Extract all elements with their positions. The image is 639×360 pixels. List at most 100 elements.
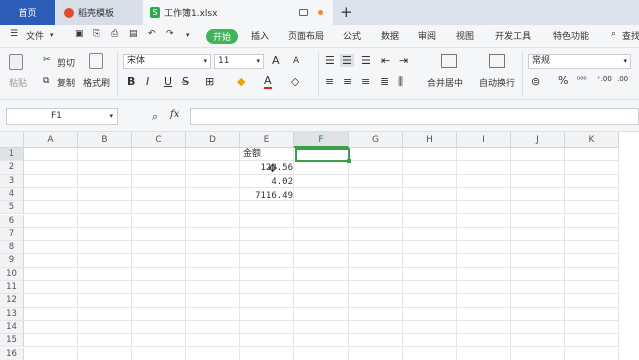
cell[interactable]: [511, 187, 565, 202]
tab-template[interactable]: 稻壳模板: [56, 0, 141, 25]
cell[interactable]: [457, 227, 511, 242]
cell[interactable]: [294, 201, 349, 215]
undo-icon[interactable]: ↶: [148, 29, 156, 39]
cell[interactable]: [78, 320, 132, 335]
cell[interactable]: [511, 320, 565, 335]
cell[interactable]: [78, 241, 132, 255]
hamburger-icon[interactable]: ☰: [10, 29, 18, 39]
cell[interactable]: [240, 334, 294, 348]
cell[interactable]: [349, 241, 403, 255]
cell[interactable]: [240, 254, 294, 268]
cell[interactable]: [565, 347, 619, 360]
cell[interactable]: [565, 281, 619, 295]
align-center-icon[interactable]: ≡: [343, 75, 352, 88]
cell[interactable]: [132, 227, 186, 242]
cell[interactable]: [565, 241, 619, 255]
cell[interactable]: [457, 201, 511, 215]
cell[interactable]: [186, 187, 240, 202]
row-header-4[interactable]: 4: [0, 187, 24, 202]
cell[interactable]: [349, 347, 403, 360]
cell[interactable]: [349, 174, 403, 188]
cell[interactable]: [294, 320, 349, 335]
cell[interactable]: [511, 201, 565, 215]
border-icon[interactable]: ⊞: [205, 75, 214, 88]
cell[interactable]: [457, 320, 511, 335]
cell[interactable]: [403, 281, 457, 295]
cell[interactable]: [511, 294, 565, 308]
cell[interactable]: [511, 334, 565, 348]
magnifier-icon[interactable]: ⌕: [152, 110, 158, 124]
cell[interactable]: [78, 294, 132, 308]
cell[interactable]: [24, 281, 78, 295]
cell[interactable]: [186, 161, 240, 175]
font-grow-icon[interactable]: A: [272, 54, 280, 67]
cell-E2[interactable]: 123.56: [241, 162, 293, 175]
row-header-12[interactable]: 12: [0, 294, 24, 308]
align-middle-icon[interactable]: ☰: [340, 54, 354, 67]
cell[interactable]: [24, 148, 78, 162]
cell[interactable]: [457, 281, 511, 295]
cell[interactable]: [403, 347, 457, 360]
save-icon[interactable]: ▣: [75, 29, 84, 39]
cell[interactable]: [457, 161, 511, 175]
cell[interactable]: [511, 227, 565, 242]
select-all-corner[interactable]: [0, 132, 24, 148]
cell[interactable]: [511, 254, 565, 268]
cell[interactable]: [565, 254, 619, 268]
cut-button[interactable]: 剪切: [57, 56, 75, 69]
merge-icon[interactable]: [441, 54, 457, 68]
menu-data[interactable]: 数据: [381, 29, 399, 42]
row-header-9[interactable]: 9: [0, 254, 24, 268]
cell[interactable]: [565, 294, 619, 308]
distribute-icon[interactable]: ⫼: [398, 75, 403, 89]
row-header-15[interactable]: 15: [0, 334, 24, 348]
cell[interactable]: [78, 227, 132, 242]
cell[interactable]: [186, 334, 240, 348]
cell[interactable]: [511, 148, 565, 162]
menu-file[interactable]: 文件: [26, 29, 44, 42]
cell[interactable]: [78, 201, 132, 215]
cell[interactable]: [186, 294, 240, 308]
tab-home[interactable]: 首页: [0, 0, 55, 25]
cell[interactable]: [240, 307, 294, 321]
underline-button[interactable]: U: [164, 75, 172, 88]
column-header-A[interactable]: A: [24, 132, 78, 148]
export-icon[interactable]: ⎘: [93, 29, 100, 39]
cell[interactable]: [186, 254, 240, 268]
cell[interactable]: [240, 294, 294, 308]
cell[interactable]: [565, 307, 619, 321]
cell[interactable]: [186, 174, 240, 188]
cell[interactable]: [78, 214, 132, 228]
justify-icon[interactable]: ≣: [380, 75, 389, 88]
name-box[interactable]: F1 ▾: [6, 108, 118, 125]
column-header-C[interactable]: C: [132, 132, 186, 148]
row-header-2[interactable]: 2: [0, 161, 24, 175]
cell[interactable]: [349, 267, 403, 281]
menu-view[interactable]: 视图: [456, 29, 474, 42]
cell[interactable]: [24, 161, 78, 175]
cell[interactable]: [565, 227, 619, 242]
format-painter-icon[interactable]: [89, 53, 103, 69]
cell[interactable]: [132, 148, 186, 162]
column-header-J[interactable]: J: [511, 132, 565, 148]
cell[interactable]: [132, 307, 186, 321]
cell[interactable]: [132, 281, 186, 295]
cell[interactable]: [186, 214, 240, 228]
cell[interactable]: [78, 281, 132, 295]
cell[interactable]: [294, 241, 349, 255]
copy-icon[interactable]: ⧉: [43, 76, 49, 86]
merge-button[interactable]: 合并居中: [427, 76, 463, 89]
cell[interactable]: [511, 307, 565, 321]
cell[interactable]: [349, 320, 403, 335]
cell[interactable]: [186, 267, 240, 281]
cell[interactable]: [349, 227, 403, 242]
redo-icon[interactable]: ↷: [166, 29, 174, 39]
cell[interactable]: [349, 334, 403, 348]
indent-increase-icon[interactable]: ⇥: [399, 54, 408, 67]
fx-icon[interactable]: fx: [170, 109, 179, 120]
cell[interactable]: [294, 161, 349, 175]
cell[interactable]: [457, 347, 511, 360]
cell[interactable]: [457, 214, 511, 228]
cell[interactable]: [403, 267, 457, 281]
cell[interactable]: [511, 161, 565, 175]
